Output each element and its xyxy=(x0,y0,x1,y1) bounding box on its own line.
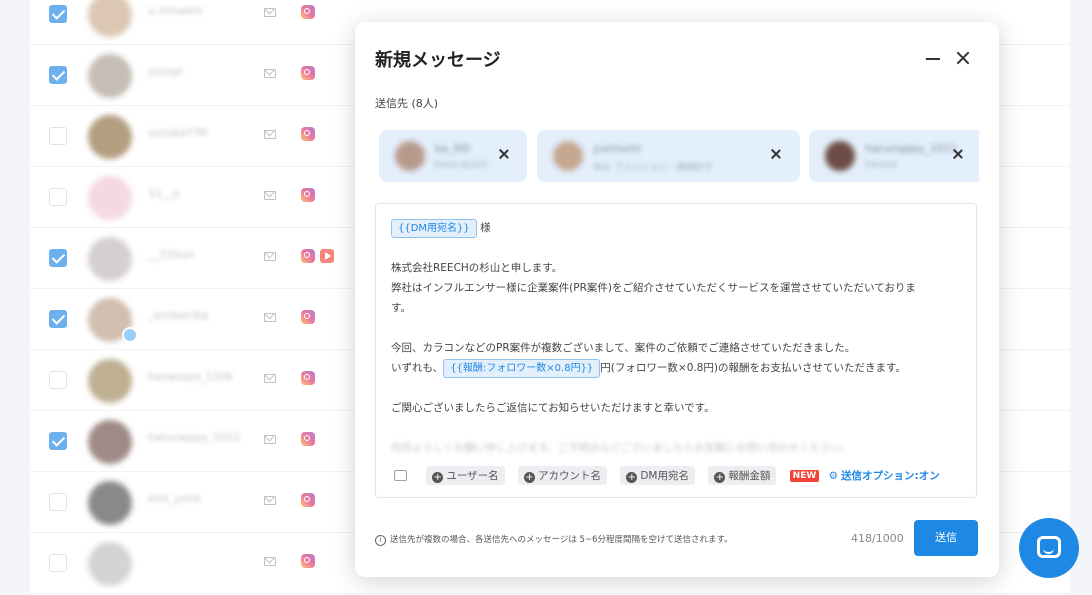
recipient-chip: harunappy_1011 haruna xyxy=(809,130,979,182)
insert-account-button[interactable]: + アカウント名 xyxy=(517,466,607,485)
body-line: 今回、カラコンなどのPR案件が複数ございまして、案件のご依頼でご連絡させていただ… xyxy=(391,342,856,354)
body-line: す。 xyxy=(391,302,411,314)
reward-tag[interactable]: {{報酬:フォロワー数×0.8円}} xyxy=(443,359,601,378)
dm-name-tag[interactable]: {{DM用宛名}} xyxy=(391,219,477,238)
remove-recipient-icon[interactable] xyxy=(951,148,965,162)
message-editor[interactable]: {{DM用宛名}} 様 株式会社REECHの杉山と申します。 弊社はインフルエン… xyxy=(375,203,977,498)
new-message-modal: 新規メッセージ 送信先 (8人) ka_00l kana ayumi yumiu… xyxy=(355,22,999,577)
body-line: 株式会社REECHの杉山と申します。 xyxy=(391,262,563,274)
insert-dm-name-button[interactable]: + DM用宛名 xyxy=(620,466,695,485)
close-icon[interactable] xyxy=(953,48,973,68)
body-line: 弊社はインフルエンサー様に企業案件(PR案件)をご紹介させていただくサービスを運… xyxy=(391,282,916,294)
chip-sub: kana ayumi xyxy=(435,160,488,170)
insert-username-button[interactable]: + ユーザー名 xyxy=(426,466,505,485)
modal-title: 新規メッセージ xyxy=(375,50,501,71)
button-label: アカウント名 xyxy=(537,470,601,482)
honorific-text: 様 xyxy=(480,222,491,234)
new-badge: NEW xyxy=(789,469,820,482)
recipients-label: 送信先 (8人) xyxy=(375,97,439,110)
insert-reward-button[interactable]: + 報酬金額 xyxy=(708,466,777,485)
minimize-icon[interactable] xyxy=(923,48,943,68)
info-icon: i xyxy=(375,535,386,546)
comment-icon[interactable] xyxy=(394,470,407,481)
plus-icon: + xyxy=(432,472,444,483)
message-body[interactable]: {{DM用宛名}} 様 株式会社REECHの杉山と申します。 弊社はインフルエン… xyxy=(391,218,961,458)
button-label: ユーザー名 xyxy=(446,470,499,482)
recipient-chip: ka_00l kana ayumi xyxy=(379,130,527,182)
chip-name: harunappy_1011 xyxy=(865,142,958,155)
plus-icon: + xyxy=(626,472,638,483)
button-label: DM用宛名 xyxy=(640,470,689,482)
button-label: 報酬金額 xyxy=(728,470,771,482)
chip-name: yumiumi xyxy=(593,142,641,155)
body-line: ご関心ございましたらご返信にてお知らせいただけますと幸いです。 xyxy=(391,402,715,414)
chat-support-button[interactable] xyxy=(1019,518,1079,578)
body-text: いずれも、 xyxy=(391,362,444,374)
recipient-chips: ka_00l kana ayumi yumiumi ゆみ ファッション・美容好き… xyxy=(379,130,979,184)
send-option-label: 送信オプション:オン xyxy=(841,470,940,482)
recipient-chip: yumiumi ゆみ ファッション・美容好き xyxy=(537,130,800,182)
remove-recipient-icon[interactable] xyxy=(769,148,783,162)
body-text: 円(フォロワー数×0.8円)の報酬をお支払いさせていただきます。 xyxy=(600,362,906,374)
gear-icon: ⚙ xyxy=(828,470,839,482)
plus-icon: + xyxy=(714,472,726,483)
chip-sub: ゆみ ファッション・美容好き xyxy=(593,163,713,173)
chat-icon xyxy=(1037,536,1061,558)
body-line-faded: 何卒よろしくお願い申し上げます。ご不明点などございましたらお気軽にお問い合わせく… xyxy=(391,442,852,454)
footer-note: i 送信先が複数の場合、各送信先へのメッセージは 5~6分程度間隔を空けて送信され… xyxy=(375,533,733,546)
avatar xyxy=(553,141,583,171)
editor-toolbar: + ユーザー名 + アカウント名 + DM用宛名 + 報酬金額 NEW ⚙ 送信オプション… xyxy=(394,466,940,488)
send-option-link[interactable]: ⚙ 送信オプション:オン xyxy=(829,470,940,482)
plus-icon: + xyxy=(523,472,535,483)
char-count: 418/1000 xyxy=(851,532,904,545)
avatar xyxy=(825,141,855,171)
chip-name: ka_00l xyxy=(435,142,471,155)
chip-sub: haruna xyxy=(865,160,897,170)
avatar xyxy=(395,141,425,171)
remove-recipient-icon[interactable] xyxy=(497,148,511,162)
footer-note-text: 送信先が複数の場合、各送信先へのメッセージは 5~6分程度間隔を空けて送信されま… xyxy=(390,535,733,545)
send-button[interactable]: 送信 xyxy=(914,520,978,556)
